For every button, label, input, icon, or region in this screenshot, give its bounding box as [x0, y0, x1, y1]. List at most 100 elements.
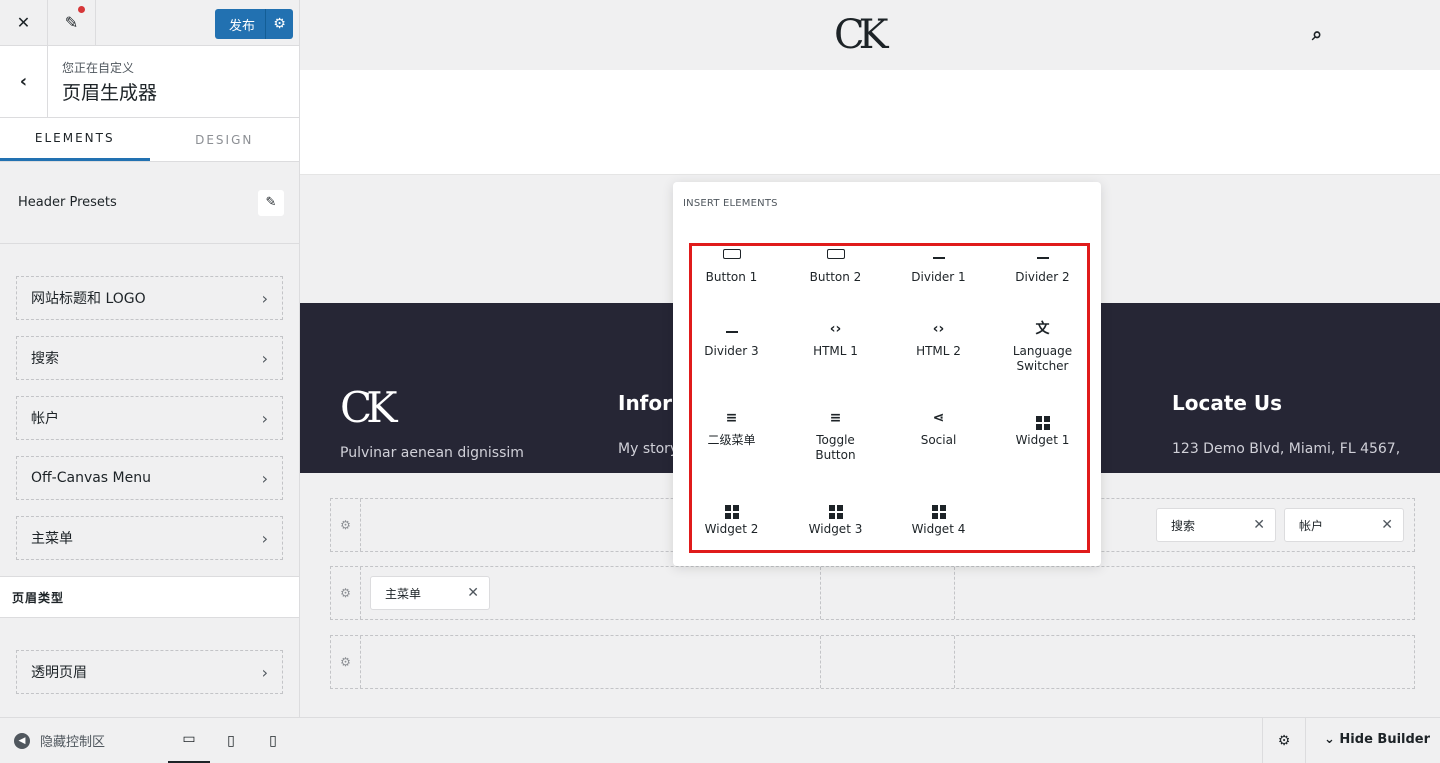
element-label: Language Switcher [1012, 344, 1073, 373]
element-language-switcher[interactable]: 文 Language Switcher [991, 322, 1094, 374]
widget-icon [1035, 411, 1050, 430]
sidebar-item-site-logo[interactable]: 网站标题和 LOGO › [16, 276, 283, 320]
builder-row-bottom: ⚙ [330, 635, 1415, 689]
builder-chip-search[interactable]: 搜索 ✕ [1156, 508, 1276, 542]
element-label: Button 1 [705, 270, 758, 284]
builder-row-main: ⚙ 主菜单 ✕ [330, 566, 1415, 620]
element-widget-4[interactable]: Widget 4 [887, 500, 990, 537]
sidebar-item-label: 帐户 [31, 411, 59, 427]
element-label: Widget 4 [911, 522, 966, 536]
builder-chip-main-menu[interactable]: 主菜单 ✕ [370, 576, 490, 610]
element-label: Divider 3 [704, 344, 759, 358]
element-divider-2[interactable]: Divider 2 [991, 248, 1094, 285]
customizer-topbar: ✕ ✎ 发布 ⚙ [0, 0, 299, 46]
insert-elements-popup: INSERT ELEMENTS Button 1 Button 2 Divide… [673, 182, 1101, 566]
hide-builder-label: Hide Builder [1339, 732, 1431, 747]
element-label: Toggle Button [815, 433, 856, 462]
builder-cell[interactable] [821, 567, 955, 619]
element-button-1[interactable]: Button 1 [680, 248, 783, 285]
chevron-right-icon: › [261, 468, 268, 488]
builder-chip-account[interactable]: 帐户 ✕ [1284, 508, 1404, 542]
publish-button[interactable]: 发布 ⚙ [215, 9, 293, 39]
element-widget-2[interactable]: Widget 2 [680, 500, 783, 537]
element-label: Widget 3 [808, 522, 863, 536]
footer-story-text: My story [618, 441, 679, 457]
close-icon[interactable]: ✕ [0, 0, 48, 46]
widget-icon [724, 500, 739, 519]
element-html-2[interactable]: ‹› HTML 2 [887, 322, 990, 359]
footer-locate-heading: Locate Us [1172, 391, 1283, 415]
sidebar-item-transparent-header[interactable]: 透明页眉 › [16, 650, 283, 694]
desktop-icon[interactable]: ▭ [168, 718, 210, 763]
builder-cell[interactable] [821, 636, 955, 688]
element-toggle-button[interactable]: ≡ Toggle Button [784, 411, 887, 463]
element-label: HTML 2 [916, 344, 961, 358]
builder-cell[interactable] [955, 567, 1414, 619]
divider-icon [932, 248, 945, 266]
brush-icon[interactable]: ✎ [48, 0, 96, 46]
chip-label: 帐户 [1299, 518, 1324, 533]
element-social[interactable]: ⋖ Social [887, 411, 990, 448]
translate-icon: 文 [1035, 321, 1050, 337]
chip-label: 主菜单 [385, 586, 422, 601]
pencil-icon[interactable]: ✎ [258, 189, 284, 216]
element-button-2[interactable]: Button 2 [784, 248, 887, 285]
element-secondary-menu[interactable]: ≡ 二级菜单 [680, 411, 783, 448]
element-widget-3[interactable]: Widget 3 [784, 500, 887, 537]
button-icon [826, 248, 845, 266]
sidebar-item-label: Off-Canvas Menu [31, 470, 151, 486]
sidebar-item-account[interactable]: 帐户 › [16, 396, 283, 440]
row-settings-gear-icon[interactable]: ⚙ [331, 567, 361, 619]
widget-icon [828, 500, 843, 519]
popup-title: INSERT ELEMENTS [683, 198, 778, 209]
element-divider-3[interactable]: Divider 3 [680, 322, 783, 359]
element-divider-1[interactable]: Divider 1 [887, 248, 990, 285]
remove-icon[interactable]: ✕ [467, 585, 479, 601]
sidebar-item-search[interactable]: 搜索 › [16, 336, 283, 380]
hide-controls-label: 隐藏控制区 [40, 735, 106, 750]
footer-logo: CK [340, 383, 397, 432]
share-icon: ⋖ [932, 410, 945, 426]
search-icon[interactable]: ⌕ [1312, 24, 1322, 45]
menu-icon: ≡ [725, 410, 738, 426]
element-label: HTML 1 [813, 344, 858, 358]
tab-elements[interactable]: ELEMENTS [0, 118, 150, 161]
element-widget-1[interactable]: Widget 1 [991, 411, 1094, 448]
header-presets: Header Presets ✎ [0, 162, 299, 244]
sidebar-item-main-menu[interactable]: 主菜单 › [16, 516, 283, 560]
transparent-list: 透明页眉 › [0, 618, 299, 694]
publish-settings-gear-icon[interactable]: ⚙ [265, 9, 293, 39]
remove-icon[interactable]: ✕ [1381, 517, 1393, 533]
tab-design[interactable]: DESIGN [150, 118, 300, 161]
element-label: Widget 1 [1015, 433, 1070, 447]
back-arrow-icon[interactable]: ‹ [0, 46, 48, 117]
builder-cell[interactable]: 主菜单 ✕ [361, 567, 821, 619]
breadcrumb: ‹ 您正在自定义 页眉生成器 [0, 46, 299, 118]
row-settings-gear-icon[interactable]: ⚙ [331, 499, 361, 551]
hide-builder-button[interactable]: ⌄ Hide Builder [1324, 732, 1430, 747]
element-label: Button 2 [809, 270, 862, 284]
tablet-icon[interactable]: ▯ [210, 718, 252, 763]
publish-label[interactable]: 发布 [215, 15, 265, 34]
element-label: Divider 2 [1015, 270, 1070, 284]
code-icon: ‹› [829, 321, 842, 337]
hide-controls-button[interactable]: ◀ 隐藏控制区 [0, 731, 168, 750]
menu-icon: ≡ [829, 410, 842, 426]
builder-settings-gear-icon[interactable]: ⚙ [1262, 718, 1306, 763]
builder-cell[interactable] [361, 636, 821, 688]
row-settings-gear-icon[interactable]: ⚙ [331, 636, 361, 688]
sidebar-item-label: 透明页眉 [31, 665, 87, 681]
element-label: Divider 1 [911, 270, 966, 284]
footer-info-heading: Infor [618, 391, 672, 415]
mobile-icon[interactable]: ▯ [252, 718, 294, 763]
panel-tabs: ELEMENTS DESIGN [0, 118, 299, 162]
sidebar-item-off-canvas-menu[interactable]: Off-Canvas Menu › [16, 456, 283, 500]
builder-cell[interactable] [955, 636, 1414, 688]
chevron-right-icon: › [261, 528, 268, 548]
sidebar-item-label: 主菜单 [31, 531, 73, 547]
element-label: Social [920, 433, 957, 447]
site-logo[interactable]: CK [834, 12, 888, 58]
element-html-1[interactable]: ‹› HTML 1 [784, 322, 887, 359]
remove-icon[interactable]: ✕ [1253, 517, 1265, 533]
divider-icon [1036, 248, 1049, 266]
